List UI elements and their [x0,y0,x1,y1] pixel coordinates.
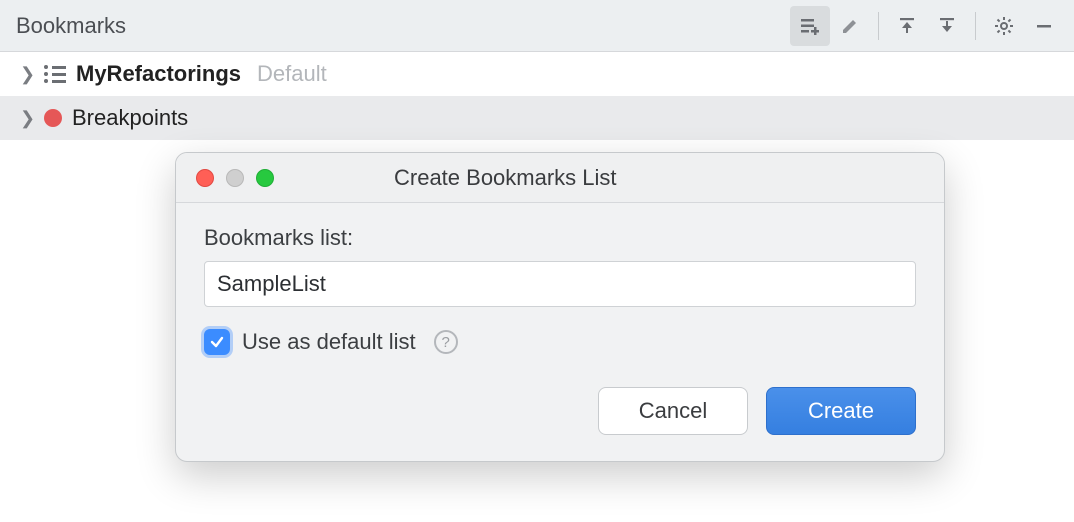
checkbox-label: Use as default list [242,329,416,355]
edit-icon[interactable] [830,6,870,46]
field-label: Bookmarks list: [204,225,916,251]
dialog-title: Create Bookmarks List [294,165,944,191]
tree-row-label: MyRefactorings [76,61,241,87]
tree-row-suffix: Default [257,61,327,87]
tree-row[interactable]: ❯ MyRefactorings Default [0,52,1074,96]
chevron-right-icon: ❯ [20,108,34,129]
collapse-icon[interactable] [887,6,927,46]
tree-row-label: Breakpoints [72,105,188,131]
dialog-body: Bookmarks list: Use as default list ? Ca… [176,203,944,461]
new-list-icon[interactable] [790,6,830,46]
breakpoint-icon [44,109,62,127]
button-label: Cancel [639,398,707,424]
bookmarks-list-name-input[interactable] [204,261,916,307]
cancel-button[interactable]: Cancel [598,387,748,435]
zoom-window-icon[interactable] [256,169,274,187]
chevron-right-icon: ❯ [20,64,34,85]
tree-row[interactable]: ❯ Breakpoints [0,96,1074,140]
panel-title: Bookmarks [16,13,790,39]
close-window-icon[interactable] [196,169,214,187]
expand-icon[interactable] [927,6,967,46]
use-as-default-checkbox[interactable] [204,329,230,355]
settings-icon[interactable] [984,6,1024,46]
minimize-window-icon [226,169,244,187]
window-controls [176,169,294,187]
help-icon[interactable]: ? [434,330,458,354]
bookmarks-panel-header: Bookmarks [0,0,1074,52]
bookmark-list-icon [44,65,66,83]
button-label: Create [808,398,874,424]
create-bookmarks-list-dialog: Create Bookmarks List Bookmarks list: Us… [175,152,945,462]
toolbar-separator [975,12,976,40]
dialog-titlebar[interactable]: Create Bookmarks List [176,153,944,203]
create-button[interactable]: Create [766,387,916,435]
toolbar-separator [878,12,879,40]
minimize-icon[interactable] [1024,6,1064,46]
